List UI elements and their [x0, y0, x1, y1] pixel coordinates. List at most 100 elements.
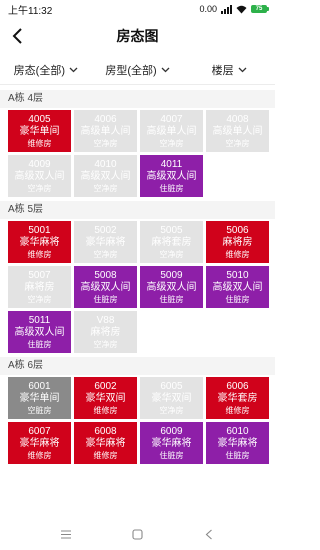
wifi-icon — [236, 5, 247, 13]
room-type: 麻将房 — [90, 326, 121, 338]
room-number: 4011 — [160, 158, 183, 170]
floor-label: A栋 4层 — [0, 90, 275, 108]
room-type: 豪华麻将 — [19, 236, 60, 248]
room-number: 6009 — [160, 425, 183, 437]
room-card[interactable]: 4005 豪华单间 维修房 — [8, 110, 71, 152]
room-card[interactable]: 5008 高级双人间 住脏房 — [74, 266, 137, 308]
room-type: 高级双人间 — [80, 170, 131, 182]
room-status: 维修房 — [93, 405, 118, 415]
chevron-down-icon — [161, 67, 170, 73]
room-status: 住脏房 — [225, 294, 250, 304]
room-status: 空脏房 — [27, 405, 52, 415]
room-card[interactable]: 4007 高级单人间 空净房 — [140, 110, 203, 152]
room-type: 豪华单间 — [19, 392, 60, 404]
room-status: 空净房 — [225, 138, 250, 148]
room-type: 麻将套房 — [151, 236, 192, 248]
room-number: 5006 — [226, 224, 249, 236]
room-number: 6008 — [94, 425, 117, 437]
room-status: 维修房 — [27, 138, 52, 148]
room-card[interactable]: 5007 麻将房 空净房 — [8, 266, 71, 308]
room-status: 维修房 — [27, 249, 52, 259]
room-number: 4006 — [94, 113, 117, 125]
room-card[interactable]: 4008 高级单人间 空净房 — [206, 110, 269, 152]
room-card[interactable]: 5001 豪华麻将 维修房 — [8, 221, 71, 263]
room-number: 6010 — [226, 425, 249, 437]
status-time: 上午11:32 — [8, 5, 53, 17]
room-type: 高级双人间 — [146, 170, 197, 182]
back-button[interactable] — [6, 24, 30, 48]
room-status: 空净房 — [27, 294, 52, 304]
room-status: 住脏房 — [93, 294, 118, 304]
room-card[interactable]: 5010 高级双人间 住脏房 — [206, 266, 269, 308]
room-card[interactable]: 4011 高级双人间 住脏房 — [140, 155, 203, 197]
room-status: 住脏房 — [159, 294, 184, 304]
room-number: 6006 — [226, 380, 249, 392]
room-number: 6002 — [94, 380, 117, 392]
floor-label: A栋 6层 — [0, 357, 275, 375]
room-status: 空净房 — [93, 183, 118, 193]
room-status: 住脏房 — [159, 183, 184, 193]
room-number: 5009 — [160, 269, 183, 281]
filter-status[interactable]: 房态(全部) — [0, 56, 92, 84]
room-status: 空净房 — [27, 183, 52, 193]
room-status: 维修房 — [225, 405, 250, 415]
room-type: 高级单人间 — [80, 125, 131, 137]
room-type: 豪华双间 — [85, 392, 126, 404]
room-number: 5001 — [28, 224, 51, 236]
room-card[interactable]: 6006 豪华套房 维修房 — [206, 377, 269, 419]
menu-button[interactable] — [51, 522, 81, 546]
room-card[interactable]: 6005 豪华双间 空净房 — [140, 377, 203, 419]
room-type: 高级双人间 — [212, 281, 263, 293]
room-number: 5010 — [226, 269, 249, 281]
room-card[interactable]: 6001 豪华单间 空脏房 — [8, 377, 71, 419]
room-type: 麻将房 — [222, 236, 253, 248]
room-card[interactable]: 5011 高级双人间 住脏房 — [8, 311, 71, 353]
system-back-button[interactable] — [194, 522, 224, 546]
filter-floor-label: 楼层 — [211, 65, 234, 77]
room-card[interactable]: V88 麻将房 空净房 — [74, 311, 137, 353]
room-card[interactable]: 5009 高级双人间 住脏房 — [140, 266, 203, 308]
room-card[interactable]: 5005 麻将套房 空净房 — [140, 221, 203, 263]
status-bar: 上午11:32 0.00 75 — [0, 0, 275, 18]
network-speed: 0.00 — [199, 4, 217, 14]
room-card[interactable]: 4010 高级双人间 空净房 — [74, 155, 137, 197]
room-status: 住脏房 — [27, 339, 52, 349]
filter-room-type[interactable]: 房型(全部) — [92, 56, 184, 84]
room-number: 5008 — [94, 269, 117, 281]
room-card[interactable]: 5002 豪华麻将 空净房 — [74, 221, 137, 263]
room-type: 豪华麻将 — [19, 437, 60, 449]
system-nav-bar — [0, 518, 275, 550]
floor-label: A栋 5层 — [0, 201, 275, 219]
room-number: 6005 — [160, 380, 183, 392]
room-type: 高级单人间 — [146, 125, 197, 137]
room-grid: 4005 豪华单间 维修房 4006 高级单人间 空净房 4007 高级单人间 空净房 4008 高… — [0, 108, 275, 201]
room-card[interactable]: 6007 豪华麻将 维修房 — [8, 422, 71, 464]
filter-floor[interactable]: 楼层 — [183, 56, 275, 84]
room-card[interactable]: 6009 豪华麻将 住脏房 — [140, 422, 203, 464]
back-triangle-icon — [205, 529, 213, 539]
room-type: 豪华麻将 — [85, 236, 126, 248]
status-icons: 0.00 75 — [199, 4, 269, 14]
room-type: 豪华套房 — [217, 392, 258, 404]
signal-icon — [221, 4, 232, 14]
room-number: V88 — [96, 314, 115, 326]
home-square-icon — [132, 528, 143, 540]
room-status: 空净房 — [93, 249, 118, 259]
room-card[interactable]: 6010 豪华麻将 住脏房 — [206, 422, 269, 464]
room-grid: 6001 豪华单间 空脏房 6002 豪华双间 维修房 6005 豪华双间 空净房 6006 豪华套… — [0, 375, 275, 468]
room-card[interactable]: 4009 高级双人间 空净房 — [8, 155, 71, 197]
room-number: 5002 — [94, 224, 117, 236]
room-card[interactable]: 4006 高级单人间 空净房 — [74, 110, 137, 152]
filter-bar: 房态(全部) 房型(全部) 楼层 — [0, 56, 275, 85]
room-number: 4008 — [226, 113, 249, 125]
room-type: 豪华麻将 — [85, 437, 126, 449]
room-card[interactable]: 5006 麻将房 维修房 — [206, 221, 269, 263]
room-grid: 5001 豪华麻将 维修房 5002 豪华麻将 空净房 5005 麻将套房 空净房 5006 麻将房… — [0, 219, 275, 357]
room-number: 5007 — [28, 269, 51, 281]
room-card[interactable]: 6008 豪华麻将 维修房 — [74, 422, 137, 464]
filter-room-type-label: 房型(全部) — [105, 65, 157, 77]
room-card[interactable]: 6002 豪华双间 维修房 — [74, 377, 137, 419]
room-type: 高级双人间 — [146, 281, 197, 293]
battery-icon: 75 — [251, 5, 269, 13]
home-button[interactable] — [122, 522, 152, 546]
